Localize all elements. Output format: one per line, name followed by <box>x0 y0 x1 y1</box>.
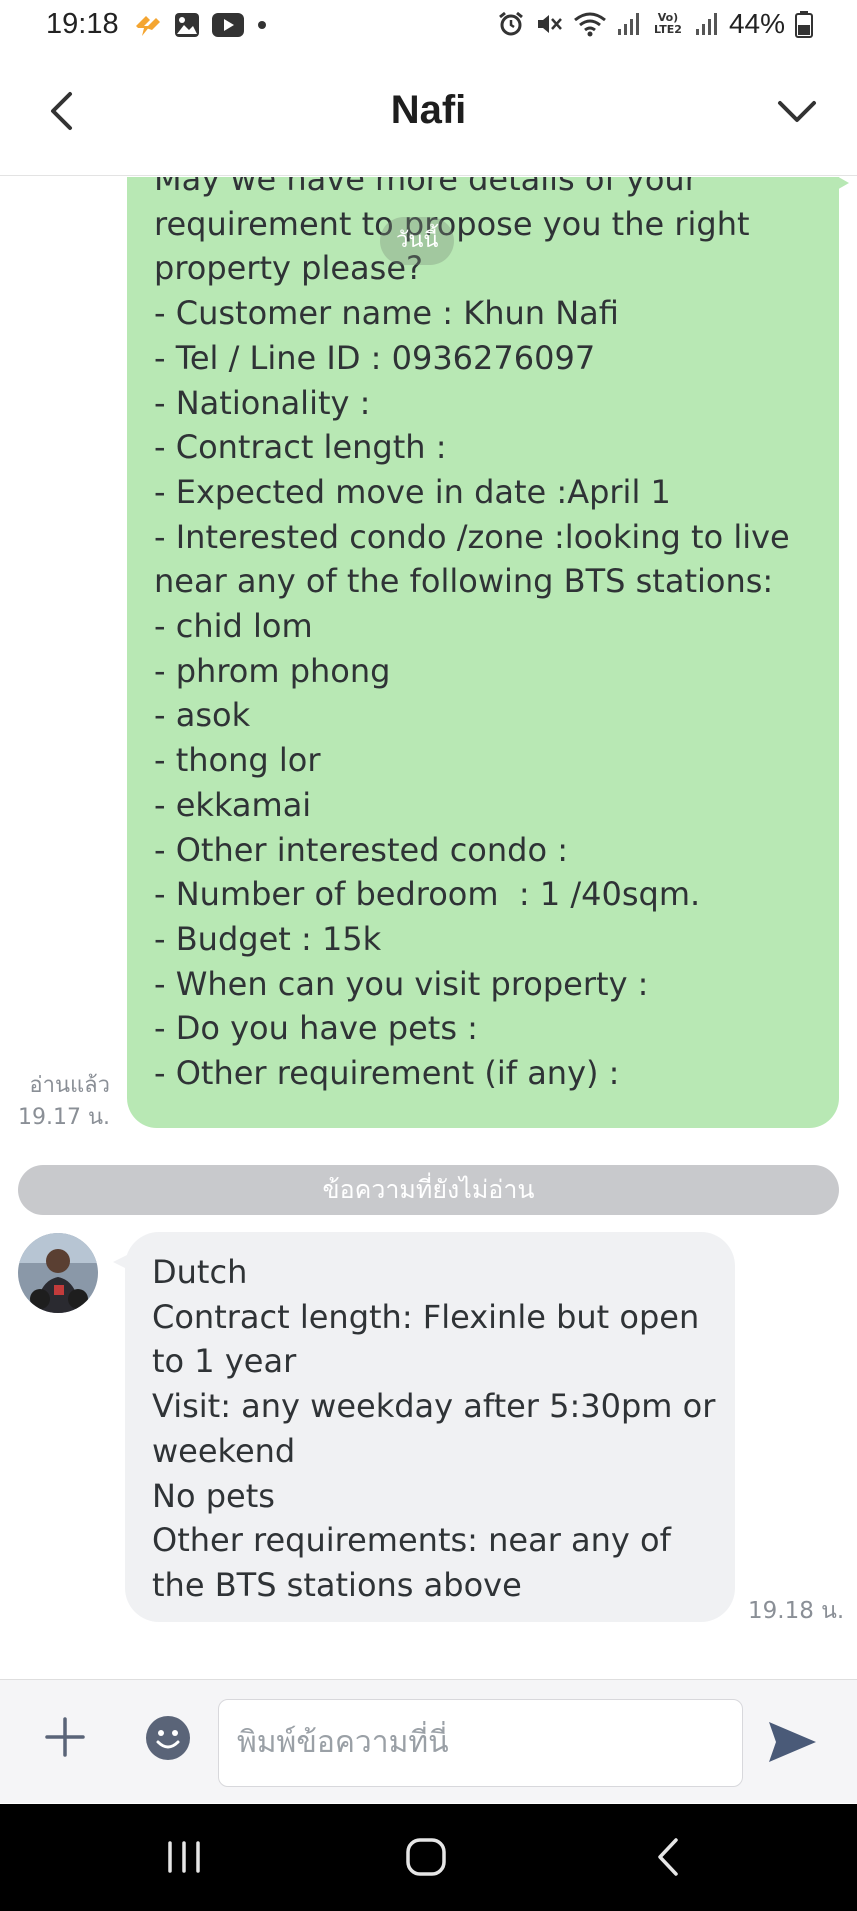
signal-icon-2 <box>695 13 717 35</box>
message-composer: พิมพ์ข้อความที่นี่ <box>0 1679 857 1803</box>
alarm-icon <box>499 11 523 36</box>
outgoing-message-bubble[interactable]: May we have more details of your require… <box>127 177 849 1128</box>
message-input[interactable]: พิมพ์ข้อความที่นี่ <box>218 1699 743 1787</box>
system-icons: Vo) LTE2 44% <box>497 8 813 40</box>
send-button[interactable] <box>764 1714 820 1770</box>
emoji-button[interactable] <box>145 1715 191 1761</box>
system-navigation-bar <box>0 1804 857 1911</box>
smiley-icon <box>146 1716 190 1760</box>
youtube-icon <box>212 13 244 37</box>
send-icon <box>769 1722 816 1762</box>
incoming-message-text: Dutch Contract length: Flexinle but open… <box>152 1253 716 1604</box>
chat-header: Nafi <box>0 52 857 176</box>
incoming-timestamp: 19.18 น. <box>748 1598 845 1624</box>
gallery-icon <box>175 13 199 37</box>
volte-icon: Vo) LTE2 <box>654 11 682 36</box>
outgoing-timestamp: 19.17 น. <box>17 1105 110 1130</box>
battery-icon <box>795 11 813 38</box>
attach-button[interactable] <box>40 1712 90 1762</box>
recent-apps-icon <box>168 1841 200 1873</box>
unread-messages-divider: ข้อความที่ยังไม่อ่าน <box>18 1165 839 1215</box>
chat-menu-button[interactable] <box>769 86 825 136</box>
status-bar: 19:18 Vo) LTE2 44% <box>0 0 857 52</box>
incoming-message-bubble[interactable]: Dutch Contract length: Flexinle but open… <box>113 1232 735 1622</box>
read-label: อ่านแล้ว <box>29 1073 110 1098</box>
chevron-down-icon <box>778 101 816 122</box>
contact-photo-icon <box>18 1233 98 1313</box>
chat-title: Nafi <box>390 88 467 132</box>
date-separator: วันนี้ <box>380 217 455 265</box>
plus-icon <box>45 1717 85 1757</box>
chat-message-list[interactable]: May we have more details of your require… <box>0 177 857 1679</box>
bubble-tail <box>835 177 849 191</box>
avatar[interactable] <box>18 1233 98 1313</box>
home-button[interactable] <box>402 1834 452 1880</box>
bubble-tail <box>113 1254 129 1270</box>
system-back-button[interactable] <box>648 1834 688 1880</box>
wifi-icon <box>574 12 606 37</box>
flash-app-icon <box>136 16 160 36</box>
notification-icons <box>132 12 268 38</box>
home-icon <box>406 1838 446 1876</box>
dot-icon <box>258 21 266 29</box>
back-arrow-icon <box>658 1838 678 1876</box>
battery-percent: 44% <box>728 8 785 39</box>
outgoing-message-text: May we have more details of your require… <box>154 177 790 1093</box>
status-time: 19:18 <box>46 8 119 40</box>
mute-icon <box>537 15 562 33</box>
signal-icon <box>617 13 639 35</box>
recent-apps-button[interactable] <box>160 1837 210 1877</box>
read-receipt: อ่านแล้ว 19.17 น. <box>14 1070 110 1134</box>
